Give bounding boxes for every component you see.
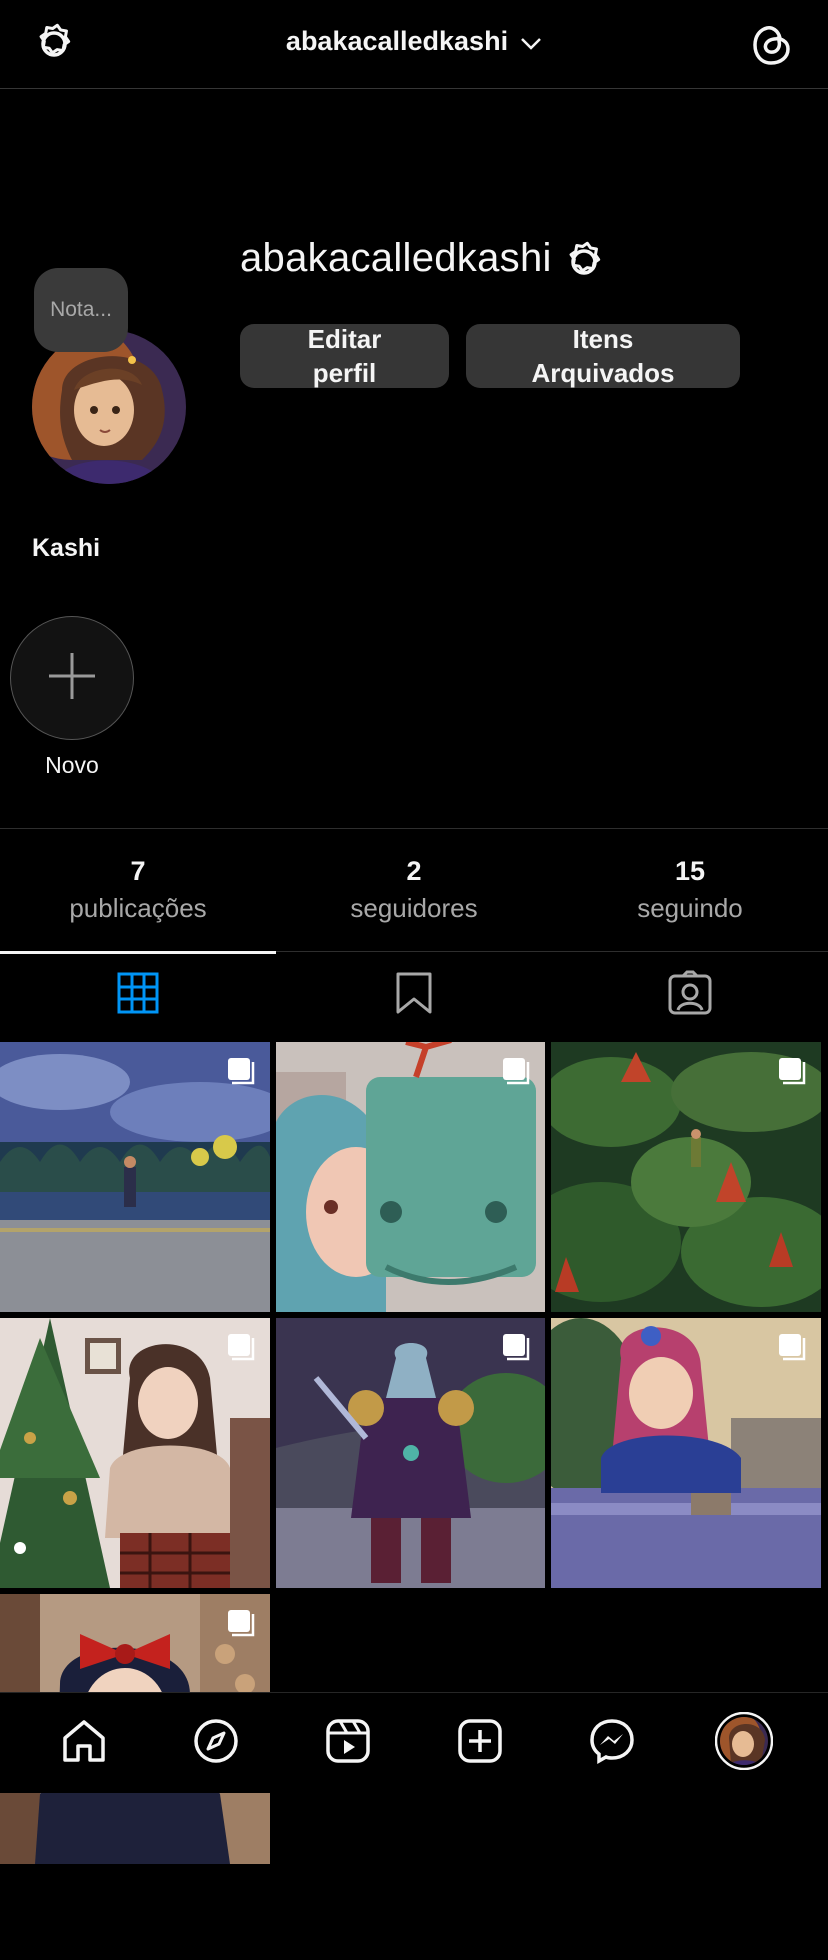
stat-label: seguindo bbox=[637, 893, 743, 923]
tagged-icon bbox=[667, 970, 713, 1021]
stat-posts[interactable]: 7 publicações bbox=[0, 856, 276, 924]
nav-profile[interactable] bbox=[675, 1693, 813, 1793]
grid-icon bbox=[117, 972, 159, 1019]
bottom-nav bbox=[0, 1692, 828, 1793]
multi-image-icon bbox=[501, 1332, 531, 1367]
stat-count: 15 bbox=[674, 856, 706, 886]
explore-icon bbox=[193, 1718, 239, 1769]
tab-saved[interactable] bbox=[276, 952, 552, 1038]
stat-label: publicações bbox=[69, 893, 207, 923]
plus-icon bbox=[47, 651, 97, 706]
multi-image-icon bbox=[501, 1056, 531, 1091]
edit-profile-button[interactable]: Editar perfil bbox=[240, 324, 449, 388]
new-highlight-label: Novo bbox=[45, 752, 99, 778]
post-night-park[interactable] bbox=[0, 1042, 270, 1312]
tab-posts-grid[interactable] bbox=[0, 952, 276, 1038]
top-bar: abakacalledkashi bbox=[0, 0, 828, 89]
profile-username: abakacalledkashi bbox=[240, 236, 552, 280]
divider bbox=[0, 828, 828, 829]
messenger-icon bbox=[589, 1718, 635, 1769]
multi-image-icon bbox=[226, 1332, 256, 1367]
tab-tagged[interactable] bbox=[552, 952, 828, 1038]
create-icon bbox=[457, 1718, 503, 1769]
profile-tabs bbox=[0, 952, 828, 1038]
saved-icon bbox=[395, 971, 433, 1020]
stat-count: 2 bbox=[406, 856, 422, 886]
nav-explore[interactable] bbox=[147, 1693, 285, 1793]
nav-home[interactable] bbox=[15, 1693, 153, 1793]
profile-avatar-large[interactable] bbox=[32, 330, 186, 484]
home-icon bbox=[61, 1718, 107, 1769]
nav-messenger[interactable] bbox=[543, 1693, 681, 1793]
note-bubble[interactable]: Nota... bbox=[34, 268, 128, 352]
header-username: abakacalledkashi bbox=[285, 26, 509, 56]
archived-items-button[interactable]: Itens Arquivados bbox=[466, 324, 740, 388]
post-christmas-tree-girl[interactable] bbox=[0, 1318, 270, 1588]
stat-label: seguidores bbox=[350, 893, 478, 923]
nav-reels[interactable] bbox=[279, 1693, 417, 1793]
multi-image-icon bbox=[777, 1332, 807, 1367]
post-teal-girl-robot[interactable] bbox=[276, 1042, 545, 1312]
new-highlight-button[interactable] bbox=[10, 616, 134, 740]
account-switcher[interactable]: abakacalledkashi bbox=[0, 26, 828, 58]
multi-image-icon bbox=[777, 1056, 807, 1091]
post-giant-plants[interactable] bbox=[551, 1042, 821, 1312]
profile-avatar bbox=[714, 1711, 774, 1775]
post-pink-hair-counter[interactable] bbox=[551, 1318, 821, 1588]
post-armored-warrior[interactable] bbox=[276, 1318, 545, 1588]
nav-create[interactable] bbox=[411, 1693, 549, 1793]
reels-icon bbox=[325, 1718, 371, 1769]
stat-followers[interactable]: 2 seguidores bbox=[276, 856, 552, 924]
threads-icon[interactable] bbox=[744, 16, 800, 72]
options-gear-icon[interactable] bbox=[556, 234, 612, 290]
stat-count: 7 bbox=[130, 856, 146, 886]
stat-following[interactable]: 15 seguindo bbox=[552, 856, 828, 924]
multi-image-icon bbox=[226, 1056, 256, 1091]
chevron-down-icon bbox=[520, 27, 542, 58]
multi-image-icon bbox=[226, 1608, 256, 1643]
display-name: Kashi bbox=[32, 534, 101, 562]
